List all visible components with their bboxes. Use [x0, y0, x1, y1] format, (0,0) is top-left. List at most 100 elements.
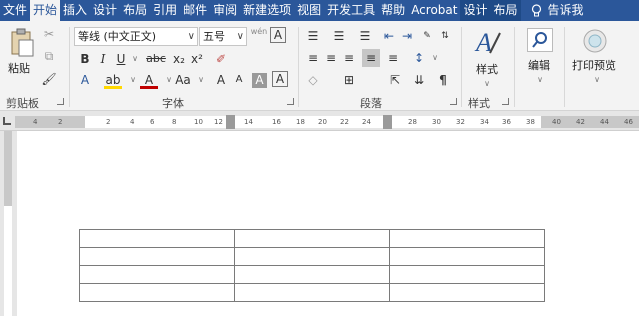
ruler-number: 32	[456, 118, 465, 126]
ruler-number: 2	[58, 118, 63, 126]
character-shading-icon[interactable]: A	[252, 73, 267, 88]
change-case-button[interactable]: Aa	[172, 71, 194, 89]
table-cell[interactable]	[389, 247, 545, 266]
find-icon[interactable]	[527, 28, 553, 52]
shrink-font-icon[interactable]: A	[230, 71, 248, 89]
tab-table-layout[interactable]: 布局	[490, 0, 521, 21]
print-preview-icon[interactable]	[582, 28, 608, 54]
asian-layout-icon[interactable]: ⇱	[386, 71, 404, 89]
tab-acrobat[interactable]: Acrobat	[408, 0, 460, 21]
sort-icon[interactable]: ⇅	[436, 27, 454, 45]
ruler-number: 44	[600, 118, 609, 126]
table-cell[interactable]	[79, 247, 235, 266]
tab-file[interactable]: 文件	[0, 0, 30, 21]
tab-help[interactable]: 帮助	[378, 0, 408, 21]
chevron-down-icon[interactable]: ∨	[531, 71, 549, 89]
styles-launcher-icon[interactable]	[502, 98, 509, 105]
ruler-number: 6	[150, 118, 155, 126]
subscript-button[interactable]: x₂	[170, 50, 188, 68]
tab-home[interactable]: 开始	[30, 0, 61, 21]
tab-view[interactable]: 视图	[294, 0, 324, 21]
horizontal-ruler[interactable]: 4 2 2 4 6 8 10 12 14 16 18 20 22 24 28 3…	[0, 112, 639, 131]
paste-icon[interactable]	[10, 28, 36, 58]
tab-design[interactable]: 设计	[90, 0, 120, 21]
paragraph-launcher-icon[interactable]	[450, 98, 457, 105]
document-table[interactable]	[79, 229, 545, 302]
highlight-color-icon[interactable]: ab	[104, 71, 122, 89]
cut-icon[interactable]: ✂	[40, 25, 58, 43]
grow-font-icon[interactable]: A	[212, 71, 230, 89]
sort-order-icon[interactable]: ⇊	[410, 71, 428, 89]
group-divider	[514, 27, 515, 107]
table-cell[interactable]	[79, 229, 235, 248]
tab-developer[interactable]: 开发工具	[324, 0, 378, 21]
tab-layout[interactable]: 布局	[120, 0, 150, 21]
align-left-icon[interactable]: ≡	[304, 49, 322, 67]
tab-table-design[interactable]: 设计	[460, 0, 491, 21]
column-marker-icon[interactable]	[226, 115, 235, 129]
character-border-icon[interactable]: A	[272, 71, 288, 87]
table-cell[interactable]	[79, 265, 235, 284]
table-cell[interactable]	[234, 265, 390, 284]
ruler-number: 12	[214, 118, 223, 126]
tab-mailings[interactable]: 邮件	[180, 0, 210, 21]
format-painter-icon[interactable]: 🖌	[40, 70, 58, 88]
table-cell[interactable]	[389, 229, 545, 248]
table-cell[interactable]	[234, 247, 390, 266]
align-right-icon[interactable]: ≡	[340, 49, 358, 67]
shading-icon[interactable]: ◇	[304, 71, 322, 89]
numbering-icon[interactable]: ☰	[330, 27, 348, 45]
chevron-down-icon[interactable]: ∨	[426, 49, 444, 67]
column-marker-icon[interactable]	[383, 115, 392, 129]
ruler-number: 4	[33, 118, 38, 126]
clear-formatting-icon[interactable]: ✐	[212, 50, 230, 68]
show-marks-icon[interactable]: ¶	[434, 71, 452, 89]
group-divider	[564, 27, 565, 107]
paste-button[interactable]: 粘贴	[8, 60, 30, 76]
vertical-ruler[interactable]	[0, 131, 16, 316]
chevron-down-icon[interactable]: ∨	[588, 71, 606, 89]
font-launcher-icon[interactable]	[287, 98, 294, 105]
phonetic-guide-icon[interactable]: wén	[250, 27, 268, 45]
enclose-char-icon[interactable]: A	[270, 27, 286, 43]
strikethrough-button[interactable]: abc	[144, 50, 168, 68]
multilevel-list-icon[interactable]: ☰	[356, 27, 374, 45]
table-cell[interactable]	[234, 283, 390, 302]
decrease-indent-icon[interactable]: ⇤	[380, 27, 398, 45]
document-page[interactable]	[17, 131, 639, 316]
tab-insert[interactable]: 插入	[60, 0, 90, 21]
table-cell[interactable]	[389, 265, 545, 284]
align-center-icon[interactable]: ≡	[322, 49, 340, 67]
tell-me-label: 告诉我	[547, 3, 584, 17]
table-cell[interactable]	[389, 283, 545, 302]
italic-button[interactable]: I	[94, 50, 112, 68]
chevron-down-icon[interactable]: ∨	[126, 50, 144, 68]
clipboard-launcher-icon[interactable]	[57, 98, 64, 105]
chevron-down-icon[interactable]: ∨	[478, 75, 496, 93]
tab-review[interactable]: 审阅	[210, 0, 240, 21]
tab-references[interactable]: 引用	[150, 0, 180, 21]
font-color-icon[interactable]: A	[140, 71, 158, 89]
styles-icon[interactable]: A	[474, 27, 502, 57]
copy-icon[interactable]: ⧉	[40, 47, 58, 65]
chevron-down-icon[interactable]: ∨	[237, 28, 244, 45]
text-effects-icon[interactable]: A	[76, 71, 94, 89]
table-cell[interactable]	[79, 283, 235, 302]
chevron-down-icon[interactable]: ∨	[188, 28, 195, 45]
tab-selector-icon[interactable]	[3, 117, 11, 125]
justify-icon[interactable]: ≡	[362, 49, 380, 67]
chinese-layout-icon[interactable]: ✎	[418, 27, 436, 45]
font-name-combo[interactable]: 等线 (中文正文) ∨	[74, 27, 198, 46]
bold-button[interactable]: B	[76, 50, 94, 68]
borders-icon[interactable]: ⊞	[340, 71, 358, 89]
tab-new-options[interactable]: 新建选项	[240, 0, 294, 21]
increase-indent-icon[interactable]: ⇥	[398, 27, 416, 45]
table-cell[interactable]	[234, 229, 390, 248]
superscript-button[interactable]: x²	[188, 50, 206, 68]
bullets-icon[interactable]: ☰	[304, 27, 322, 45]
tell-me-box[interactable]: 告诉我	[521, 0, 587, 21]
distributed-icon[interactable]: ≡	[384, 49, 402, 67]
chevron-down-icon[interactable]: ∨	[192, 71, 210, 89]
font-size-combo[interactable]: 五号 ∨	[199, 27, 247, 46]
table-row	[79, 229, 545, 248]
